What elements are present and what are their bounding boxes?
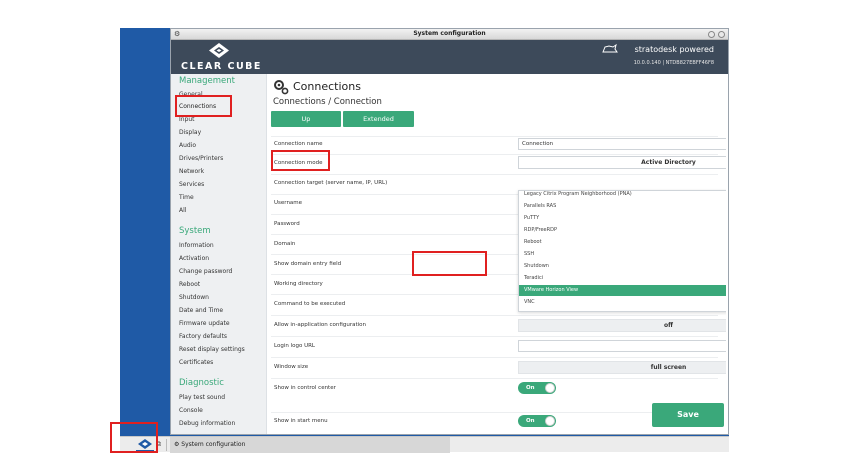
dropdown-option[interactable]: SSH xyxy=(519,249,726,260)
connection-mode-dropdown-list[interactable]: Legacy Citrix Program Neighborhood (PNA)… xyxy=(518,190,726,312)
sidebar-item-connections[interactable]: Connections xyxy=(179,103,216,110)
system-configuration-window: ⚙ System configuration CLEAR CUBE strato… xyxy=(170,28,729,435)
row-divider xyxy=(271,315,718,316)
sidebar-item-all[interactable]: All xyxy=(179,207,186,214)
show-domain-label: Show domain entry field xyxy=(274,261,342,267)
working-directory-label: Working directory xyxy=(274,281,323,287)
sidebar-item-reset-display-settings[interactable]: Reset display settings xyxy=(179,346,245,353)
device-info: 10.0.0.140 | NTDB827EBFF46F8 xyxy=(633,60,714,66)
row-divider xyxy=(271,336,718,337)
sidebar-section-diagnostic: Diagnostic xyxy=(179,378,224,388)
sidebar-item-information[interactable]: Information xyxy=(179,242,214,249)
dropdown-option-selected[interactable]: VMware Horizon View xyxy=(519,285,726,296)
show-control-center-label: Show in control center xyxy=(274,385,336,391)
dropdown-option[interactable]: Shutdown xyxy=(519,261,726,272)
connection-mode-value: Active Directory xyxy=(641,159,696,166)
connection-mode-label: Connection mode xyxy=(274,160,323,166)
sidebar-item-time[interactable]: Time xyxy=(179,194,194,201)
sidebar-item-activation[interactable]: Activation xyxy=(179,255,209,262)
show-start-menu-label: Show in start menu xyxy=(274,418,328,424)
dropdown-option[interactable]: VNC xyxy=(519,297,726,308)
rhino-icon xyxy=(602,43,618,53)
save-button[interactable]: Save xyxy=(652,403,724,427)
sidebar-item-reboot[interactable]: Reboot xyxy=(179,281,200,288)
dropdown-option[interactable]: Parallels RAS xyxy=(519,201,726,212)
username-label: Username xyxy=(274,200,303,206)
window-size-value: full screen xyxy=(650,364,687,371)
brand-label: stratodesk powered xyxy=(634,45,714,54)
sidebar-item-shutdown[interactable]: Shutdown xyxy=(179,294,209,301)
clearcube-logo-icon xyxy=(209,43,229,58)
app-header: CLEAR CUBE stratodesk powered 10.0.0.140… xyxy=(171,40,728,74)
logo-text: CLEAR CUBE xyxy=(181,61,262,72)
show-control-center-toggle[interactable]: On xyxy=(518,382,556,394)
extended-button[interactable]: Extended xyxy=(343,111,414,127)
taskbar-separator xyxy=(166,439,167,451)
allow-inapp-select[interactable]: off xyxy=(518,319,726,332)
page-title: Connections xyxy=(293,80,361,93)
screenshot-stage: ⚙ System configuration CLEAR CUBE strato… xyxy=(0,0,841,472)
dropdown-option[interactable]: Reboot xyxy=(519,237,726,248)
taskbar: ⧉ ⚙ System configuration xyxy=(120,436,729,453)
show-start-menu-toggle[interactable]: On xyxy=(518,415,556,427)
dropdown-option[interactable]: Legacy Citrix Program Neighborhood (PNA) xyxy=(519,191,726,200)
taskbar-item-system-configuration[interactable]: ⚙ System configuration xyxy=(170,437,450,453)
new-window-icon[interactable]: ⧉ xyxy=(156,440,161,449)
password-label: Password xyxy=(274,221,300,227)
sidebar-item-audio[interactable]: Audio xyxy=(179,142,196,149)
toggle-knob xyxy=(545,416,555,426)
window-size-select[interactable]: full screen xyxy=(518,361,726,374)
clearcube-start-icon[interactable] xyxy=(132,438,158,452)
connection-target-label: Connection target (server name, IP, URL) xyxy=(274,180,388,186)
toggle-state: On xyxy=(526,385,535,391)
login-logo-label: Login logo URL xyxy=(274,343,315,349)
sidebar-item-debug-information[interactable]: Debug information xyxy=(179,420,235,427)
sidebar-item-change-password[interactable]: Change password xyxy=(179,268,232,275)
sidebar-item-network[interactable]: Network xyxy=(179,168,204,175)
up-button[interactable]: Up xyxy=(271,111,341,127)
window-titlebar[interactable]: ⚙ System configuration xyxy=(171,29,728,40)
sidebar-item-firmware-update[interactable]: Firmware update xyxy=(179,320,230,327)
row-divider xyxy=(271,136,718,137)
sidebar-section-system: System xyxy=(179,226,211,236)
sidebar-item-factory-defaults[interactable]: Factory defaults xyxy=(179,333,227,340)
dropdown-option[interactable]: Teradici xyxy=(519,273,726,284)
sidebar-item-general[interactable]: General xyxy=(179,91,203,98)
sidebar: Management General Connections Input Dis… xyxy=(171,74,267,434)
toggle-state: On xyxy=(526,418,535,424)
window-title: System configuration xyxy=(413,30,486,37)
taskbar-item-label: System configuration xyxy=(181,441,246,448)
login-logo-input[interactable] xyxy=(518,340,726,352)
dropdown-option[interactable]: RDP/FreeRDP xyxy=(519,225,726,236)
toggle-knob xyxy=(545,383,555,393)
sidebar-item-date-and-time[interactable]: Date and Time xyxy=(179,307,223,314)
window-size-label: Window size xyxy=(274,364,309,370)
sidebar-item-drives-printers[interactable]: Drives/Printers xyxy=(179,155,223,162)
domain-label: Domain xyxy=(274,241,296,247)
sidebar-item-display[interactable]: Display xyxy=(179,129,201,136)
connection-name-input[interactable]: Connection xyxy=(518,138,726,150)
page-subtitle: Connections / Connection xyxy=(273,97,382,107)
row-divider xyxy=(271,154,718,155)
row-divider xyxy=(271,378,718,379)
sidebar-item-services[interactable]: Services xyxy=(179,181,204,188)
sidebar-item-input[interactable]: Input xyxy=(179,116,195,123)
allow-inapp-value: off xyxy=(664,322,673,329)
allow-inapp-label: Allow in-application configuration xyxy=(274,322,366,328)
row-divider xyxy=(271,357,718,358)
sidebar-item-console[interactable]: Console xyxy=(179,407,203,414)
minimize-icon[interactable] xyxy=(708,31,715,38)
gears-icon xyxy=(274,80,289,95)
connection-name-label: Connection name xyxy=(274,141,323,147)
row-divider xyxy=(271,412,718,413)
sidebar-item-certificates[interactable]: Certificates xyxy=(179,359,213,366)
command-label: Command to be executed xyxy=(274,301,346,307)
dropdown-option[interactable]: PuTTY xyxy=(519,213,726,224)
sidebar-item-play-test-sound[interactable]: Play test sound xyxy=(179,394,225,401)
close-icon[interactable] xyxy=(718,31,725,38)
main-content: Connections Connections / Connection Up … xyxy=(271,74,726,434)
connection-mode-select[interactable]: Active Directory xyxy=(518,156,726,169)
sidebar-section-management: Management xyxy=(179,76,235,86)
row-divider xyxy=(271,174,718,175)
